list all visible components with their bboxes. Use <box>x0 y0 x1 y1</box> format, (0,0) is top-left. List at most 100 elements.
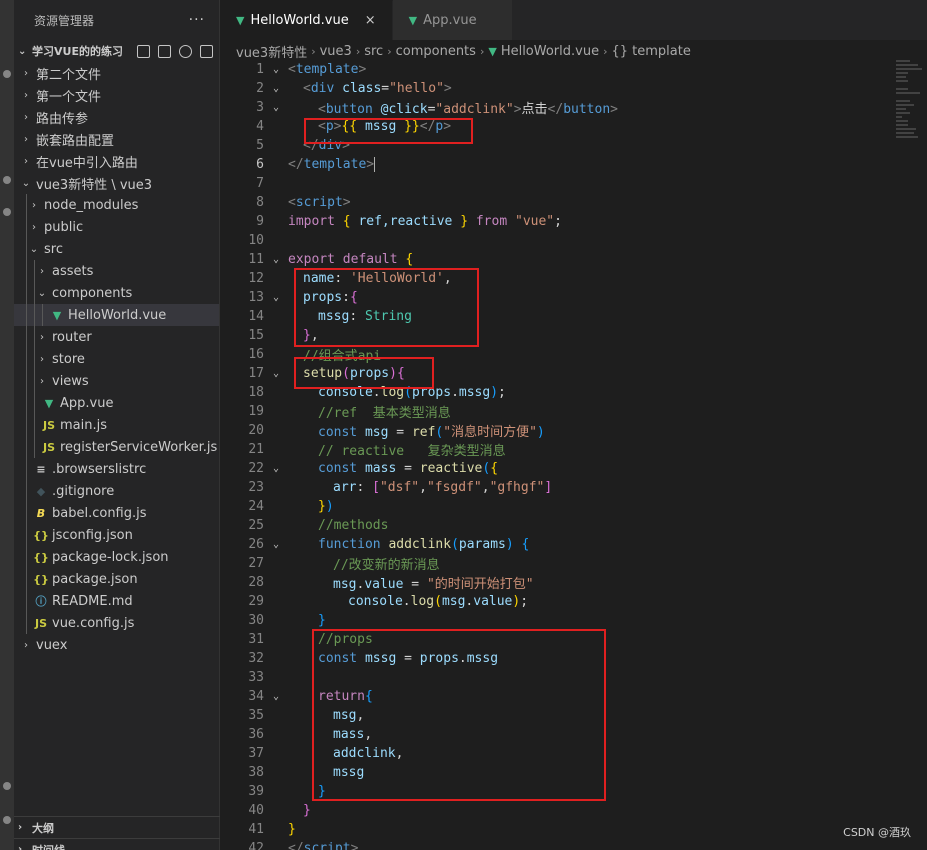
code-token: name <box>303 271 335 286</box>
more-actions-icon[interactable]: ··· <box>189 12 205 28</box>
tree-file[interactable]: ◆ .gitignore <box>14 480 219 502</box>
tree-folder[interactable]: › store <box>14 348 219 370</box>
breadcrumb-item[interactable]: components <box>396 44 476 59</box>
line-number: 7 <box>256 176 264 191</box>
tree-folder[interactable]: ⌄ vue3新特性 \ vue3 <box>14 172 219 194</box>
tree-folder[interactable]: › router <box>14 326 219 348</box>
tree-folder[interactable]: › views <box>14 370 219 392</box>
code-token: ) <box>505 537 522 552</box>
tree-file[interactable]: Bbabel.config.js <box>14 502 219 524</box>
workspace-folder-header[interactable]: ⌄ 学习VUE的的练习 <box>14 40 219 62</box>
line-number: 19 <box>248 404 264 419</box>
fold-chevron-icon[interactable]: ⌄ <box>264 254 288 265</box>
line-number: 13 <box>248 290 264 305</box>
code-token: mass <box>333 727 365 742</box>
fold-chevron-icon[interactable]: ⌄ <box>264 368 288 379</box>
code-token: function <box>318 537 381 552</box>
tree-file[interactable]: ≡ .browserslistrc <box>14 458 219 480</box>
code-token: ) <box>490 385 499 400</box>
fold-chevron-icon[interactable]: ⌄ <box>264 102 288 113</box>
tree-file[interactable]: {} jsconfig.json <box>14 524 219 546</box>
tree-file[interactable]: {} package.json <box>14 568 219 590</box>
timeline-section[interactable]: › 时间线 <box>14 838 220 850</box>
tree-file[interactable]: JS main.js <box>14 414 219 436</box>
breadcrumb-item[interactable]: vue3新特性 <box>236 42 307 61</box>
code-text: // reactive 复杂类型消息 <box>288 440 927 459</box>
breadcrumb-item[interactable]: src <box>364 44 383 59</box>
tree-folder[interactable]: ⌄ src <box>14 238 219 260</box>
tree-file[interactable]: ▼ App.vue <box>14 392 219 414</box>
account-icon[interactable] <box>3 782 11 790</box>
tree-folder[interactable]: › assets <box>14 260 219 282</box>
close-icon[interactable]: × <box>365 13 376 28</box>
tab-helloworld-vue[interactable]: ▼ HelloWorld.vue × <box>220 0 393 40</box>
tree-folder[interactable]: › vuex <box>14 634 219 656</box>
tree-file[interactable]: JS vue.config.js <box>14 612 219 634</box>
code-token: > <box>342 138 350 153</box>
tree-folder[interactable]: › public <box>14 216 219 238</box>
code-token: { <box>364 689 373 704</box>
code-line: 8 <script> <box>220 193 927 212</box>
fold-chevron-icon[interactable]: ⌄ <box>264 463 288 474</box>
tree-folder[interactable]: ⌄ components <box>14 282 219 304</box>
tree-folder[interactable]: › 路由传参 <box>14 106 219 128</box>
tree-file[interactable]: ▼ HelloWorld.vue <box>14 304 219 326</box>
code-token: </ <box>419 119 436 134</box>
line-number: 30 <box>248 613 264 628</box>
tab-app-vue[interactable]: ▼ App.vue <box>392 0 513 40</box>
fold-chevron-icon[interactable]: ⌄ <box>264 292 288 303</box>
chevron-down-icon: ⌄ <box>37 287 47 299</box>
minimap[interactable] <box>896 60 926 160</box>
code-editor[interactable]: 1 ⌄ <template> 2 ⌄ <div class="hello"> 3 ⌄ <butt… <box>220 60 927 850</box>
code-token: const <box>318 461 358 476</box>
tree-file[interactable]: JS registerServiceWorker.js <box>14 436 219 458</box>
fold-chevron-icon[interactable]: ⌄ <box>264 691 288 702</box>
code-token: ref,reactive <box>350 214 461 229</box>
chevron-right-icon: › <box>387 44 392 58</box>
code-line: 3 ⌄ <button @click="addclink">点击</button> <box>220 98 927 117</box>
breadcrumb-item[interactable]: HelloWorld.vue <box>501 44 599 59</box>
outline-section[interactable]: › 大纲 <box>14 816 220 838</box>
tree-folder[interactable]: › 在vue中引入路由 <box>14 150 219 172</box>
chevron-right-icon: › <box>40 331 44 343</box>
fold-chevron-icon[interactable]: ⌄ <box>264 83 288 94</box>
code-token: < <box>288 195 296 210</box>
tree-folder[interactable]: › node_modules <box>14 194 219 216</box>
code-token: [ <box>372 480 380 495</box>
chevron-right-icon: › <box>355 44 361 58</box>
code-token: , <box>419 480 427 495</box>
code-token: } <box>318 784 326 799</box>
code-token: ) <box>389 366 397 381</box>
code-text: addclink, <box>288 746 927 761</box>
tree-item-label: README.md <box>52 593 133 609</box>
refresh-icon[interactable] <box>179 44 192 58</box>
tree-folder[interactable]: › 嵌套路由配置 <box>14 128 219 150</box>
code-token: return <box>318 689 365 704</box>
tree-folder[interactable]: › 第一个文件 <box>14 84 219 106</box>
code-text: //methods <box>288 518 927 533</box>
fold-chevron-icon[interactable]: ⌄ <box>264 64 288 75</box>
code-token: ] <box>544 480 553 495</box>
fold-chevron-icon[interactable]: ⌄ <box>264 539 288 550</box>
code-line: 14 mssg: String <box>220 307 927 326</box>
new-file-icon[interactable] <box>137 44 150 58</box>
indent-guide <box>26 612 27 634</box>
code-token: {{ <box>341 119 365 134</box>
settings-gear-icon[interactable] <box>3 816 11 824</box>
code-token: "dsf" <box>379 480 420 495</box>
tree-folder[interactable]: › 第二个文件 <box>14 62 219 84</box>
line-number: 35 <box>248 708 264 723</box>
tree-file[interactable]: {} package-lock.json <box>14 546 219 568</box>
tree-file[interactable]: ⓘ README.md <box>14 590 219 612</box>
indent-guide <box>26 524 27 546</box>
indent-guide <box>34 326 35 348</box>
breadcrumb-item[interactable]: {} template <box>612 44 691 59</box>
line-number: 27 <box>248 556 264 571</box>
collapse-all-icon[interactable] <box>200 44 213 58</box>
new-folder-icon[interactable] <box>158 44 171 58</box>
breadcrumb-item[interactable]: vue3 <box>320 44 352 59</box>
code-token: > <box>443 119 452 134</box>
code-token: 点击 <box>521 102 548 117</box>
tree-item-label: .gitignore <box>52 483 115 499</box>
code-line: 6 </template> <box>220 155 927 174</box>
